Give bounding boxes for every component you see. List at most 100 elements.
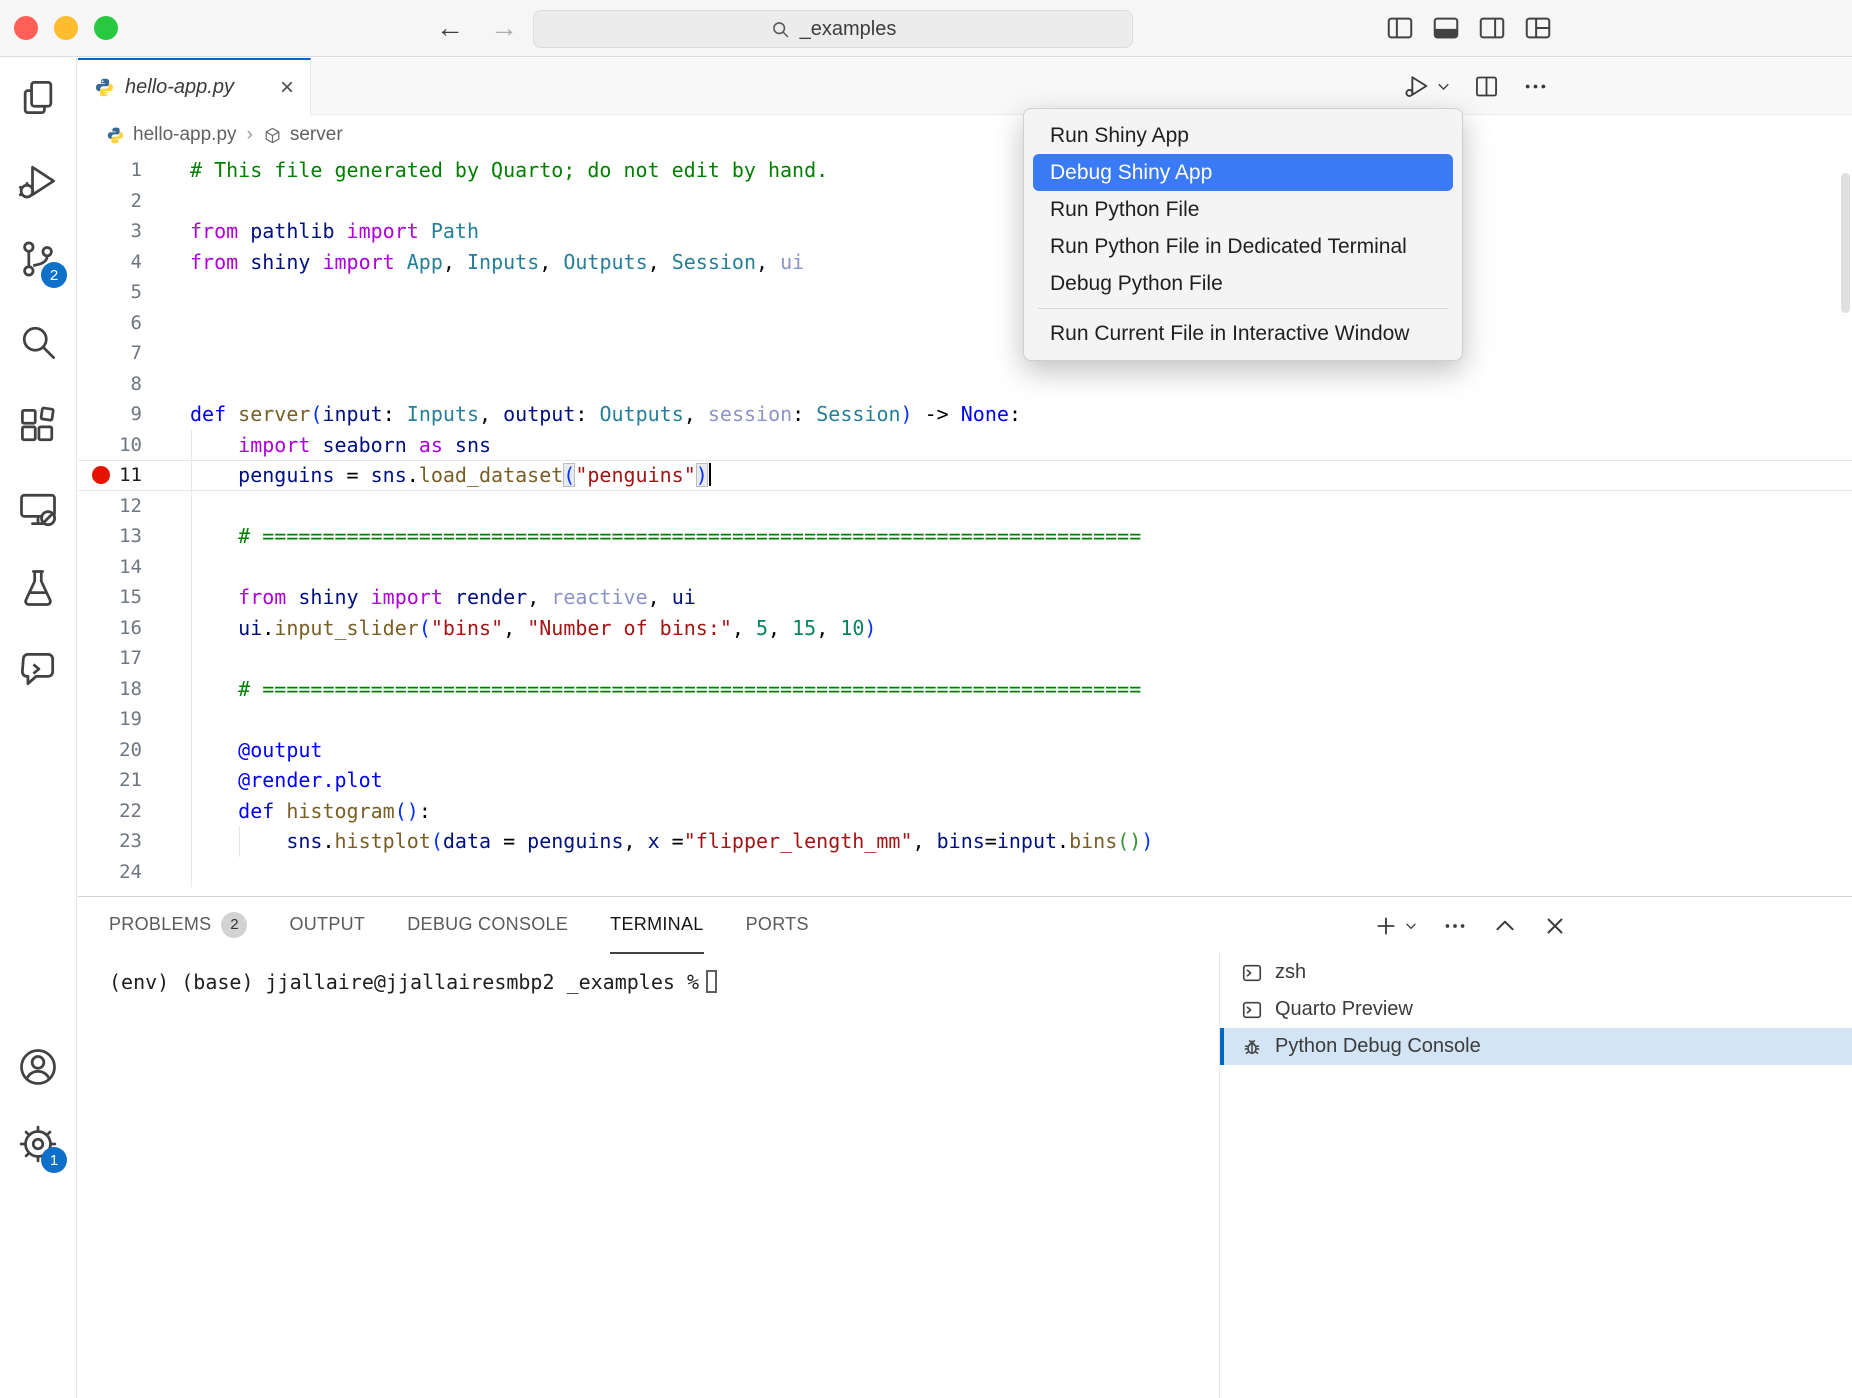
gutter[interactable]: 3 bbox=[78, 216, 190, 247]
code-text[interactable]: from shiny import render, reactive, ui bbox=[190, 582, 1852, 613]
gutter[interactable]: 10 bbox=[78, 430, 190, 461]
maximize-panel-icon[interactable] bbox=[1492, 913, 1518, 939]
code-line-17[interactable]: 17 bbox=[78, 643, 1852, 674]
menu-item-debug-python-file[interactable]: Debug Python File bbox=[1033, 265, 1453, 302]
code-text[interactable] bbox=[190, 643, 1852, 674]
code-line-8[interactable]: 8 bbox=[78, 369, 1852, 400]
gutter[interactable]: 17 bbox=[78, 643, 190, 674]
code-line-6[interactable]: 6 bbox=[78, 308, 1852, 339]
editor-scrollbar[interactable] bbox=[1841, 173, 1850, 313]
gutter[interactable]: 24 bbox=[78, 857, 190, 888]
toggle-primary-sidebar-icon[interactable] bbox=[1385, 13, 1415, 43]
code-text[interactable]: def histogram(): bbox=[190, 796, 1852, 827]
panel-tab-ports[interactable]: PORTS bbox=[746, 897, 809, 954]
code-line-15[interactable]: 15 from shiny import render, reactive, u… bbox=[78, 582, 1852, 613]
close-panel-icon[interactable] bbox=[1542, 913, 1568, 939]
gutter[interactable]: 12 bbox=[78, 491, 190, 522]
code-line-18[interactable]: 18 # ===================================… bbox=[78, 674, 1852, 705]
code-line-4[interactable]: 4from shiny import App, Inputs, Outputs,… bbox=[78, 247, 1852, 278]
gutter[interactable]: 5 bbox=[78, 277, 190, 308]
code-text[interactable]: penguins = sns.load_dataset("penguins") bbox=[190, 460, 1852, 491]
code-line-1[interactable]: 1# This file generated by Quarto; do not… bbox=[78, 155, 1852, 186]
breakpoint-dot[interactable] bbox=[92, 466, 110, 484]
code-text[interactable] bbox=[190, 369, 1852, 400]
gutter[interactable]: 11 bbox=[78, 460, 190, 491]
code-line-19[interactable]: 19 bbox=[78, 704, 1852, 735]
testing-icon[interactable] bbox=[16, 566, 60, 610]
code-text[interactable] bbox=[190, 308, 1852, 339]
code-line-7[interactable]: 7 bbox=[78, 338, 1852, 369]
code-text[interactable]: # ======================================… bbox=[190, 674, 1852, 705]
settings-gear-icon[interactable]: 1 bbox=[16, 1122, 60, 1166]
gutter[interactable]: 2 bbox=[78, 186, 190, 217]
code-text[interactable] bbox=[190, 277, 1852, 308]
code-text[interactable] bbox=[190, 491, 1852, 522]
breadcrumb-symbol[interactable]: server bbox=[290, 124, 343, 146]
code-line-10[interactable]: 10 import seaborn as sns bbox=[78, 430, 1852, 461]
gutter[interactable]: 9 bbox=[78, 399, 190, 430]
code-line-23[interactable]: 23 sns.histplot(data = penguins, x ="fli… bbox=[78, 826, 1852, 857]
toggle-secondary-sidebar-icon[interactable] bbox=[1477, 13, 1507, 43]
extensions-icon[interactable] bbox=[16, 404, 60, 448]
code-line-20[interactable]: 20 @output bbox=[78, 735, 1852, 766]
menu-item-run-current-file-in-interactive-window[interactable]: Run Current File in Interactive Window bbox=[1033, 315, 1453, 352]
zoom-window-button[interactable] bbox=[94, 16, 118, 40]
source-control-icon[interactable]: 2 bbox=[16, 237, 60, 281]
code-text[interactable]: # ======================================… bbox=[190, 521, 1852, 552]
gutter[interactable]: 19 bbox=[78, 704, 190, 735]
comments-icon[interactable] bbox=[16, 647, 60, 691]
code-text[interactable] bbox=[190, 186, 1852, 217]
terminal-tab-zsh[interactable]: zsh bbox=[1220, 954, 1852, 991]
menu-item-run-python-file[interactable]: Run Python File bbox=[1033, 191, 1453, 228]
gutter[interactable]: 14 bbox=[78, 552, 190, 583]
code-text[interactable]: sns.histplot(data = penguins, x ="flippe… bbox=[190, 826, 1852, 857]
code-line-9[interactable]: 9def server(input: Inputs, output: Outpu… bbox=[78, 399, 1852, 430]
code-text[interactable]: ui.input_slider("bins", "Number of bins:… bbox=[190, 613, 1852, 644]
gutter[interactable]: 4 bbox=[78, 247, 190, 278]
panel-tab-terminal[interactable]: TERMINAL bbox=[610, 897, 703, 954]
gutter[interactable]: 16 bbox=[78, 613, 190, 644]
panel-tab-problems[interactable]: PROBLEMS2 bbox=[109, 897, 247, 954]
breadcrumb-file[interactable]: hello-app.py bbox=[133, 124, 237, 146]
terminal-tab-quarto-preview[interactable]: Quarto Preview bbox=[1220, 991, 1852, 1028]
menu-item-debug-shiny-app[interactable]: Debug Shiny App bbox=[1033, 154, 1453, 191]
tab-hello-app[interactable]: hello-app.py × bbox=[78, 58, 311, 115]
code-text[interactable] bbox=[190, 552, 1852, 583]
toggle-panel-icon[interactable] bbox=[1431, 13, 1461, 43]
search-sidebar-icon[interactable] bbox=[16, 320, 60, 364]
remote-explorer-icon[interactable] bbox=[16, 487, 60, 531]
more-actions-icon[interactable] bbox=[1522, 73, 1549, 100]
gutter[interactable]: 18 bbox=[78, 674, 190, 705]
minimize-window-button[interactable] bbox=[54, 16, 78, 40]
code-line-3[interactable]: 3from pathlib import Path bbox=[78, 216, 1852, 247]
code-line-5[interactable]: 5 bbox=[78, 277, 1852, 308]
code-text[interactable]: @output bbox=[190, 735, 1852, 766]
code-text[interactable]: from pathlib import Path bbox=[190, 216, 1852, 247]
code-text[interactable]: import seaborn as sns bbox=[190, 430, 1852, 461]
gutter[interactable]: 8 bbox=[78, 369, 190, 400]
terminal-tab-python-debug-console[interactable]: Python Debug Console bbox=[1220, 1028, 1852, 1065]
code-line-2[interactable]: 2 bbox=[78, 186, 1852, 217]
menu-item-run-python-file-in-dedicated-terminal[interactable]: Run Python File in Dedicated Terminal bbox=[1033, 228, 1453, 265]
new-terminal-button[interactable] bbox=[1373, 913, 1418, 939]
customize-layout-icon[interactable] bbox=[1523, 13, 1553, 43]
code-text[interactable] bbox=[190, 704, 1852, 735]
code-text[interactable] bbox=[190, 857, 1852, 888]
gutter[interactable]: 1 bbox=[78, 155, 190, 186]
navigate-back-button[interactable]: ← bbox=[436, 12, 464, 44]
code-area[interactable]: 1# This file generated by Quarto; do not… bbox=[78, 155, 1852, 896]
gutter[interactable]: 20 bbox=[78, 735, 190, 766]
code-text[interactable] bbox=[190, 338, 1852, 369]
close-window-button[interactable] bbox=[14, 16, 38, 40]
code-line-24[interactable]: 24 bbox=[78, 857, 1852, 888]
code-line-14[interactable]: 14 bbox=[78, 552, 1852, 583]
code-line-22[interactable]: 22 def histogram(): bbox=[78, 796, 1852, 827]
terminal-view[interactable]: (env) (base) jjallaire@jjallairesmbp2 _e… bbox=[78, 954, 1217, 1398]
navigate-forward-button[interactable]: → bbox=[490, 12, 518, 44]
gutter[interactable]: 7 bbox=[78, 338, 190, 369]
gutter[interactable]: 23 bbox=[78, 826, 190, 857]
gutter[interactable]: 21 bbox=[78, 765, 190, 796]
command-center-search[interactable]: _examples bbox=[533, 10, 1133, 48]
accounts-icon[interactable] bbox=[16, 1045, 60, 1089]
code-text[interactable]: def server(input: Inputs, output: Output… bbox=[190, 399, 1852, 430]
